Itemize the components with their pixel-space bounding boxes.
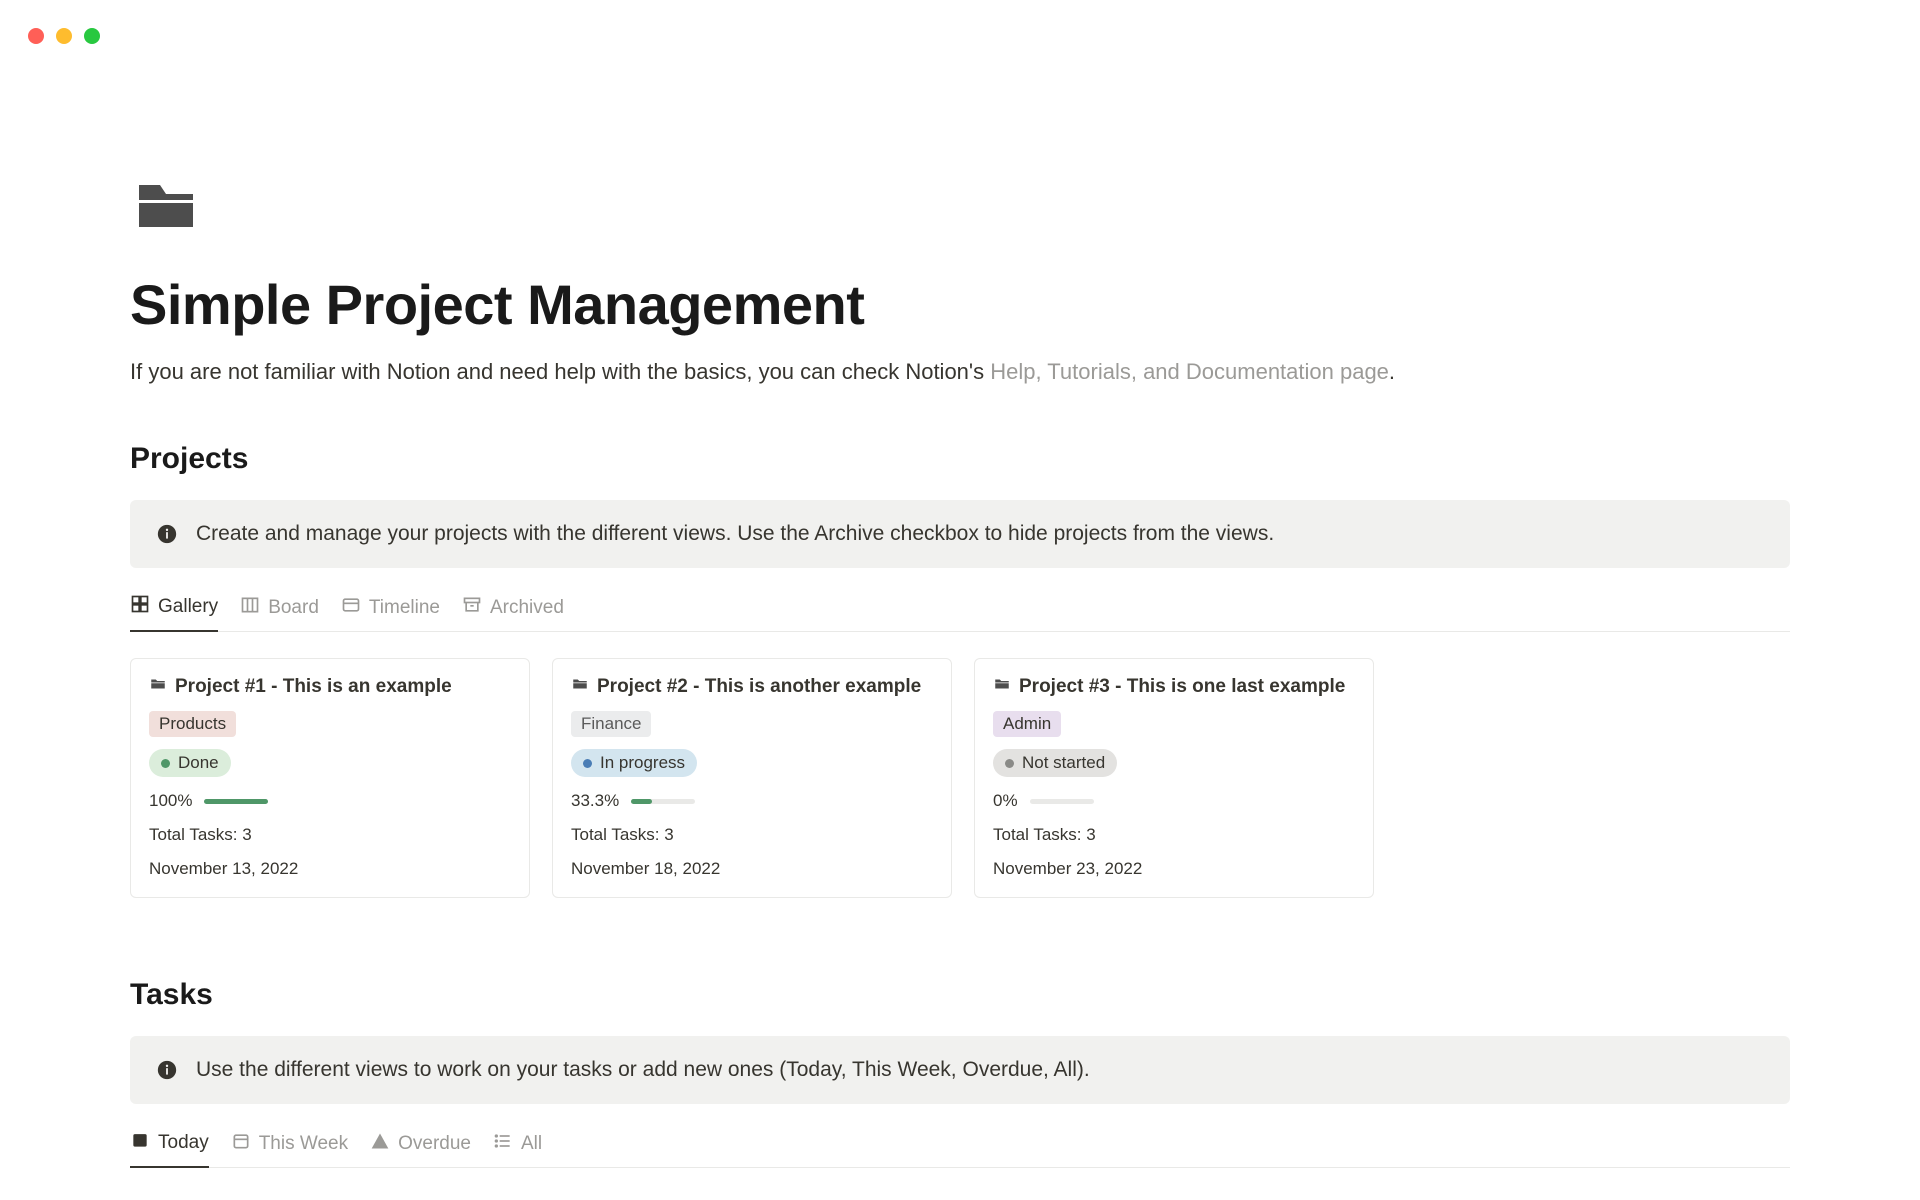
tab-gallery[interactable]: Gallery bbox=[130, 594, 218, 632]
tasks-heading: Tasks bbox=[130, 978, 1790, 1012]
tab-timeline-label: Timeline bbox=[369, 597, 440, 619]
project-status: Done bbox=[149, 749, 231, 777]
folder-icon bbox=[993, 675, 1011, 699]
project-title-text: Project #1 - This is an example bbox=[175, 676, 452, 698]
project-card[interactable]: Project #3 - This is one last example Adm… bbox=[974, 658, 1374, 898]
timeline-icon bbox=[341, 595, 361, 621]
subtitle-suffix: . bbox=[1389, 359, 1395, 384]
project-card[interactable]: Project #2 - This is another example Fina… bbox=[552, 658, 952, 898]
progress-fill bbox=[204, 799, 268, 804]
list-icon bbox=[493, 1131, 513, 1157]
project-title-text: Project #2 - This is another example bbox=[597, 676, 921, 698]
progress-bar bbox=[631, 799, 695, 804]
board-icon bbox=[240, 595, 260, 621]
folder-icon bbox=[571, 675, 589, 699]
tab-today[interactable]: Today bbox=[130, 1130, 209, 1168]
projects-callout-text: Create and manage your projects with the… bbox=[196, 522, 1274, 546]
folder-icon bbox=[149, 675, 167, 699]
zoom-window-button[interactable] bbox=[84, 28, 100, 44]
calendar-week-icon bbox=[231, 1131, 251, 1157]
project-date: November 23, 2022 bbox=[993, 859, 1355, 879]
info-icon bbox=[156, 523, 178, 545]
page-content: Simple Project Management If you are not… bbox=[0, 0, 1920, 1168]
subtitle-text: If you are not familiar with Notion and … bbox=[130, 359, 990, 384]
progress-fill bbox=[631, 799, 652, 804]
page-icon-folder[interactable] bbox=[130, 170, 1790, 242]
project-tag: Finance bbox=[571, 711, 651, 737]
progress-label: 33.3% bbox=[571, 791, 619, 811]
projects-tabs: Gallery Board Timeline Archived bbox=[130, 594, 1790, 632]
close-window-button[interactable] bbox=[28, 28, 44, 44]
status-label: In progress bbox=[600, 753, 685, 773]
minimize-window-button[interactable] bbox=[56, 28, 72, 44]
tab-archived-label: Archived bbox=[490, 597, 564, 619]
project-tag: Products bbox=[149, 711, 236, 737]
gallery-icon bbox=[130, 594, 150, 620]
progress-bar bbox=[204, 799, 268, 804]
status-dot-icon bbox=[161, 759, 170, 768]
project-status: Not started bbox=[993, 749, 1117, 777]
archive-icon bbox=[462, 595, 482, 621]
projects-gallery: Project #1 - This is an example Products D… bbox=[130, 658, 1790, 898]
project-date: November 18, 2022 bbox=[571, 859, 933, 879]
tab-today-label: Today bbox=[158, 1132, 209, 1154]
tab-gallery-label: Gallery bbox=[158, 596, 218, 618]
project-card-title: Project #2 - This is another example bbox=[571, 675, 933, 699]
project-tag: Admin bbox=[993, 711, 1061, 737]
project-title-text: Project #3 - This is one last example bbox=[1019, 676, 1345, 698]
projects-heading: Projects bbox=[130, 442, 1790, 476]
tab-overdue-label: Overdue bbox=[398, 1133, 471, 1155]
calendar-today-icon bbox=[130, 1130, 150, 1156]
project-date: November 13, 2022 bbox=[149, 859, 511, 879]
tab-archived[interactable]: Archived bbox=[462, 594, 564, 631]
project-card[interactable]: Project #1 - This is an example Products D… bbox=[130, 658, 530, 898]
project-total-tasks: Total Tasks: 3 bbox=[571, 825, 933, 845]
tab-board[interactable]: Board bbox=[240, 594, 319, 631]
page-title: Simple Project Management bbox=[130, 272, 1790, 337]
tasks-callout: Use the different views to work on your … bbox=[130, 1036, 1790, 1104]
tab-this-week[interactable]: This Week bbox=[231, 1130, 348, 1167]
page-subtitle: If you are not familiar with Notion and … bbox=[130, 355, 1790, 388]
warning-icon bbox=[370, 1131, 390, 1157]
tasks-callout-text: Use the different views to work on your … bbox=[196, 1058, 1090, 1082]
tab-this-week-label: This Week bbox=[259, 1133, 348, 1155]
status-label: Done bbox=[178, 753, 219, 773]
tab-all[interactable]: All bbox=[493, 1130, 542, 1167]
status-dot-icon bbox=[583, 759, 592, 768]
project-card-title: Project #1 - This is an example bbox=[149, 675, 511, 699]
project-progress: 100% bbox=[149, 791, 511, 811]
window-traffic-lights bbox=[28, 28, 100, 44]
progress-bar bbox=[1030, 799, 1094, 804]
status-label: Not started bbox=[1022, 753, 1105, 773]
tab-overdue[interactable]: Overdue bbox=[370, 1130, 471, 1167]
project-card-title: Project #3 - This is one last example bbox=[993, 675, 1355, 699]
tab-timeline[interactable]: Timeline bbox=[341, 594, 440, 631]
info-icon bbox=[156, 1059, 178, 1081]
project-total-tasks: Total Tasks: 3 bbox=[993, 825, 1355, 845]
progress-label: 0% bbox=[993, 791, 1018, 811]
project-progress: 0% bbox=[993, 791, 1355, 811]
help-link[interactable]: Help, Tutorials, and Documentation page bbox=[990, 359, 1389, 384]
project-total-tasks: Total Tasks: 3 bbox=[149, 825, 511, 845]
projects-callout: Create and manage your projects with the… bbox=[130, 500, 1790, 568]
progress-label: 100% bbox=[149, 791, 192, 811]
tasks-tabs: Today This Week Overdue All bbox=[130, 1130, 1790, 1168]
tab-all-label: All bbox=[521, 1133, 542, 1155]
tab-board-label: Board bbox=[268, 597, 319, 619]
status-dot-icon bbox=[1005, 759, 1014, 768]
project-progress: 33.3% bbox=[571, 791, 933, 811]
project-status: In progress bbox=[571, 749, 697, 777]
